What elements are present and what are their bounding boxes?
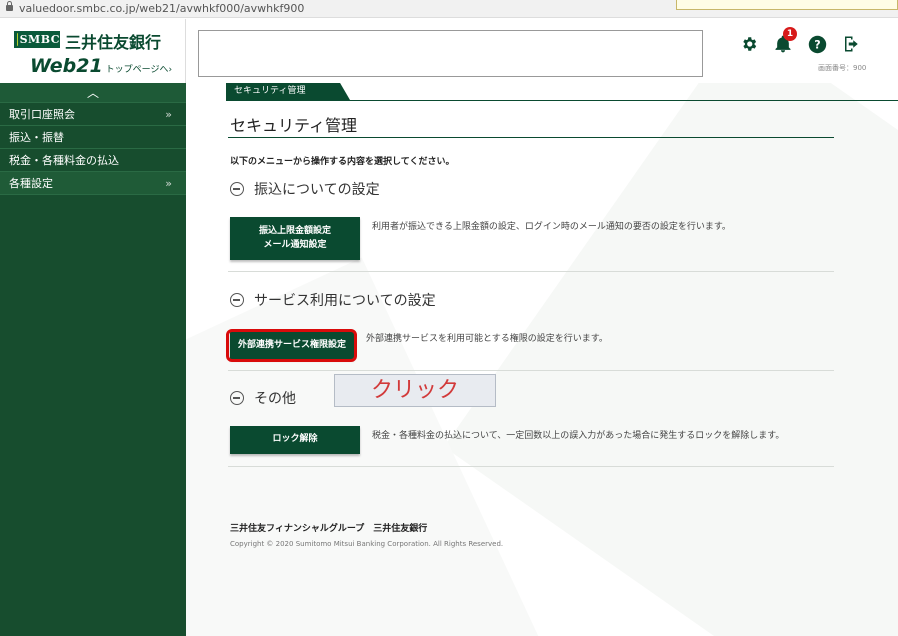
chevron-right-icon: » <box>165 177 172 190</box>
web21-top-link[interactable]: Web21 トップページへ› <box>30 55 172 77</box>
collapse-icon[interactable] <box>230 293 244 307</box>
breadcrumb: セキュリティ管理 <box>226 83 350 100</box>
sidebar-collapse-button[interactable]: ︿ <box>0 83 186 103</box>
logo-mark-text: SMBC <box>19 33 60 46</box>
lock-icon <box>6 1 13 11</box>
header-icons: 1 ? <box>738 27 862 55</box>
logout-icon[interactable] <box>840 33 862 55</box>
main-content: セキュリティ管理 セキュリティ管理 以下のメニューから操作する内容を選択してくだ… <box>186 83 898 636</box>
url-text: valuedoor.smbc.co.jp/web21/avwhkf000/avw… <box>19 2 305 15</box>
sidebar-item-tax-payment[interactable]: 税金・各種料金の払込 <box>0 149 186 172</box>
click-annotation: クリック <box>334 374 496 407</box>
product-name: Web21 <box>30 55 103 77</box>
footer-company: 三井住友フィナンシャルグループ 三井住友銀行 <box>230 524 428 534</box>
section-heading-text: 振込についての設定 <box>254 182 380 198</box>
gear-icon[interactable] <box>738 33 760 55</box>
leaf-icon <box>17 33 18 46</box>
collapse-icon[interactable] <box>230 182 244 196</box>
logo-area[interactable]: SMBC 三井住友銀行 Web21 トップページへ› <box>0 19 186 83</box>
section-heading-transfer[interactable]: 振込についての設定 <box>230 179 380 199</box>
sidebar-item-label: 取引口座照会 <box>9 108 75 121</box>
chevron-right-icon: » <box>165 108 172 121</box>
sidebar: ︿ 取引口座照会 » 振込・振替 税金・各種料金の払込 各種設定 » <box>0 83 186 636</box>
top-page-link[interactable]: トップページへ› <box>106 65 172 75</box>
section-heading-service[interactable]: サービス利用についての設定 <box>230 290 436 310</box>
tooltip-edge <box>676 0 898 10</box>
unlock-button[interactable]: ロック解除 <box>230 426 360 454</box>
smbc-logo: SMBC <box>14 31 60 48</box>
bell-icon[interactable]: 1 <box>772 27 797 55</box>
title-divider <box>228 137 834 138</box>
sidebar-item-label: 各種設定 <box>9 177 53 190</box>
sidebar-item-label: 振込・振替 <box>9 131 64 144</box>
sidebar-item-settings[interactable]: 各種設定 » <box>0 172 186 195</box>
section-divider <box>228 370 834 371</box>
section-heading-other[interactable]: その他 <box>230 388 296 408</box>
intro-text: 以下のメニューから操作する内容を選択してください。 <box>230 157 455 167</box>
highlight-frame <box>226 329 357 362</box>
section-description: 外部連携サービスを利用可能とする権限の設定を行います。 <box>366 334 608 344</box>
section-heading-text: その他 <box>254 391 296 407</box>
section-description: 税金・各種料金の払込について、一定回数以上の誤入力があった場合に発生するロックを… <box>372 431 785 441</box>
section-description: 利用者が振込できる上限金額の設定、ログイン時のメール通知の要否の設定を行います。 <box>372 222 731 232</box>
page-title: セキュリティ管理 <box>230 116 358 135</box>
section-divider <box>228 466 834 467</box>
section-heading-text: サービス利用についての設定 <box>254 293 436 309</box>
collapse-icon[interactable] <box>230 391 244 405</box>
sidebar-item-label: 税金・各種料金の払込 <box>9 154 119 167</box>
transfer-limit-settings-button[interactable]: 振込上限金額設定 メール通知設定 <box>230 217 360 260</box>
app-header: SMBC 三井住友銀行 Web21 トップページへ› 1 ? 画面番号：900 <box>0 19 898 83</box>
help-icon[interactable]: ? <box>806 33 828 55</box>
svg-text:?: ? <box>814 38 820 51</box>
section-divider <box>228 271 834 272</box>
sidebar-item-transfer[interactable]: 振込・振替 <box>0 126 186 149</box>
screen-number: 画面番号：900 <box>818 64 867 72</box>
notification-badge: 1 <box>783 27 797 41</box>
bank-name: 三井住友銀行 <box>65 33 162 52</box>
copyright: Copyright © 2020 Sumitomo Mitsui Banking… <box>230 540 504 548</box>
header-message-area <box>198 30 703 77</box>
breadcrumb-rule <box>226 100 898 101</box>
sidebar-item-account-inquiry[interactable]: 取引口座照会 » <box>0 103 186 126</box>
